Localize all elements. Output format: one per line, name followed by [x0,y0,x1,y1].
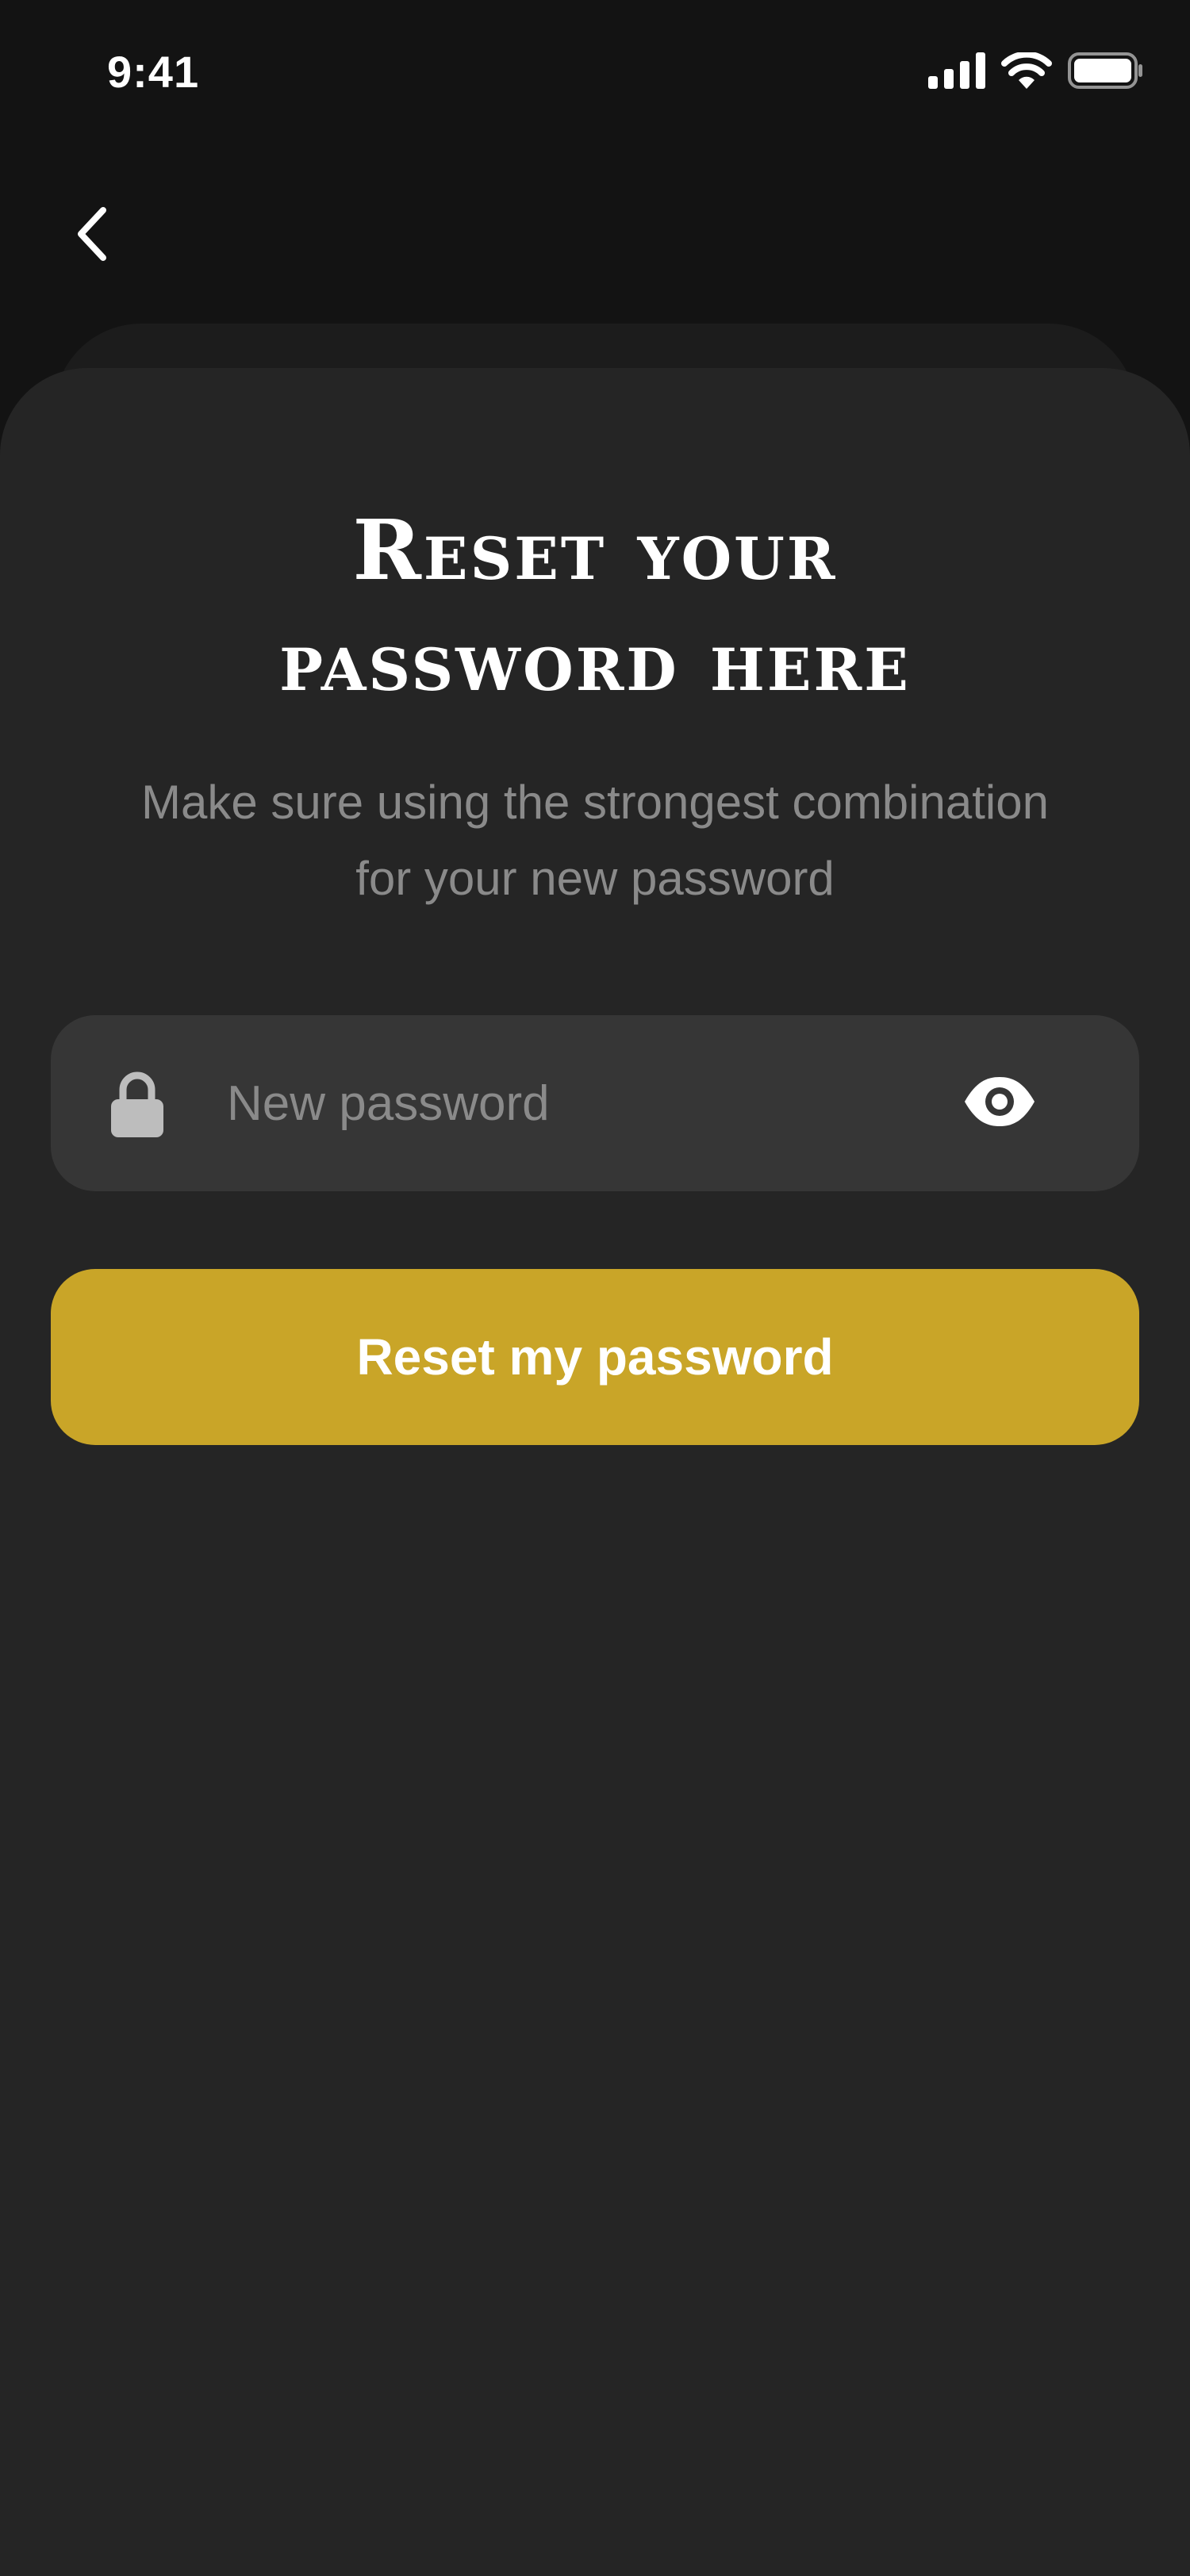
reset-password-button[interactable]: Reset my password [51,1269,1139,1445]
reset-password-sheet: Reset your password here Make sure using… [0,368,1190,2576]
lock-icon [111,1071,163,1137]
chevron-left-icon [78,207,106,261]
eye-icon[interactable] [963,1075,1036,1128]
subtitle-line-1: Make sure using the strongest combinatio… [141,776,1049,829]
page-title: Reset your password here [0,495,1190,717]
title-line-1: Reset your [352,501,838,599]
cellular-signal-icon [928,52,985,89]
battery-icon [1068,52,1142,89]
title-line-2: password here [279,612,911,710]
status-time: 9:41 [107,47,200,97]
subtitle-line-2: for your new password [355,852,835,905]
back-button[interactable] [63,202,119,266]
new-password-field[interactable] [51,1015,1139,1191]
status-icons [928,52,1144,89]
new-password-input[interactable] [227,1047,981,1160]
page-subtitle: Make sure using the strongest combinatio… [71,765,1119,917]
wifi-icon [1001,52,1052,89]
status-bar: 9:41 [0,0,1190,143]
